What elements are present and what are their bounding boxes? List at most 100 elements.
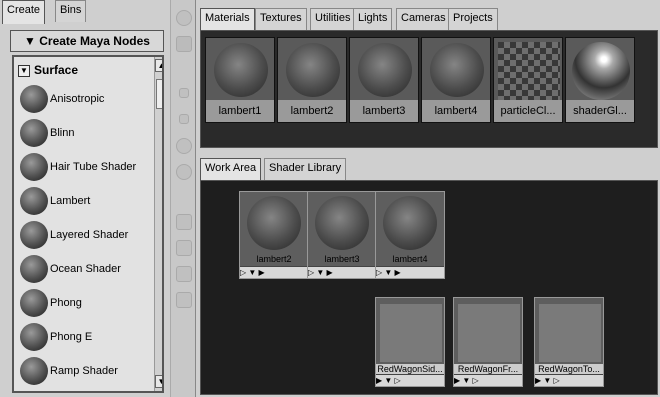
shader-sphere-icon <box>20 357 48 385</box>
tab-textures[interactable]: Textures <box>255 8 307 30</box>
node-label: lambert3 <box>324 254 360 264</box>
chrome-preview-icon <box>572 42 630 100</box>
sphere-tool-icon[interactable] <box>176 138 192 154</box>
sphere-preview-icon <box>430 43 484 97</box>
shader-node[interactable]: lambert4 ▷ ▼ ▶ <box>375 191 445 279</box>
shader-sphere-icon <box>20 255 48 283</box>
sphere-preview-icon <box>214 43 268 97</box>
node-label: Layered Shader <box>50 229 129 241</box>
scroll-up-icon[interactable]: ▲ <box>155 59 162 72</box>
shader-node[interactable]: lambert2 ▷ ▼ ▶ <box>239 191 309 279</box>
node-label: lambert2 <box>256 254 292 264</box>
tab-projects[interactable]: Projects <box>448 8 498 30</box>
shader-sphere-icon <box>20 119 48 147</box>
node-ports[interactable]: ▷ ▼ ▶ <box>308 266 376 278</box>
wagon-texture-icon <box>539 304 601 362</box>
node-ports[interactable]: ▶ ▼ ▷ <box>454 374 522 386</box>
material-label: particleCl... <box>494 100 562 122</box>
node-label: Ramp Shader <box>50 365 118 377</box>
texture-node[interactable]: RedWagonFr... ▶ ▼ ▷ <box>453 297 523 387</box>
node-item[interactable]: Phong <box>18 287 144 320</box>
shader-sphere-icon <box>20 221 48 249</box>
scroll-down-icon[interactable]: ▼ <box>155 375 162 388</box>
triangle-down-icon: ▼ <box>24 34 40 48</box>
small-square-icon[interactable] <box>179 114 189 124</box>
category-dropdown[interactable]: ▼ Surface <box>18 61 142 79</box>
create-maya-nodes-button[interactable]: ▼ Create Maya Nodes <box>10 30 164 52</box>
tab-lights[interactable]: Lights <box>353 8 393 30</box>
checker-preview-icon <box>498 42 560 100</box>
node-ports[interactable]: ▶ ▼ ▷ <box>535 374 603 386</box>
node-label: Anisotropic <box>50 93 105 105</box>
node-item[interactable]: Ramp Shader <box>18 355 144 388</box>
tab-shader-library[interactable]: Shader Library <box>264 158 347 180</box>
sphere-preview-icon <box>358 43 412 97</box>
node-item[interactable]: Hair Tube Shader <box>18 151 144 184</box>
texture-node[interactable]: RedWagonTo... ▶ ▼ ▷ <box>534 297 604 387</box>
shader-sphere-icon <box>20 153 48 181</box>
sphere-tool-icon[interactable] <box>176 164 192 180</box>
node-label: Ocean Shader <box>50 263 121 275</box>
material-swatch[interactable]: lambert4 <box>421 37 491 123</box>
work-area-canvas[interactable]: lambert2 ▷ ▼ ▶ lambert3 ▷ ▼ ▶ lambert4 ▷ ▼ ▶ R… <box>200 180 658 395</box>
node-label: lambert4 <box>392 254 428 264</box>
material-label: lambert4 <box>422 100 490 122</box>
node-label: Lambert <box>50 195 91 207</box>
grid-tool-icon[interactable] <box>176 36 192 52</box>
sort-az-icon[interactable] <box>176 214 192 230</box>
materials-area: lambert1 lambert2 lambert3 lambert4 particle… <box>200 30 658 148</box>
material-label: lambert1 <box>206 100 274 122</box>
material-swatch[interactable]: lambert3 <box>349 37 419 123</box>
tab-work-area[interactable]: Work Area <box>200 158 262 182</box>
scrollbar-thumb[interactable] <box>156 79 162 109</box>
material-swatch[interactable]: particleCl... <box>493 37 563 123</box>
shader-sphere-icon <box>20 85 48 113</box>
node-ports[interactable]: ▷ ▼ ▶ <box>240 266 308 278</box>
shader-sphere-icon <box>20 187 48 215</box>
sphere-preview-icon <box>315 196 369 250</box>
node-item[interactable]: Lambert <box>18 185 144 218</box>
material-swatch[interactable]: lambert1 <box>205 37 275 123</box>
node-label: Phong <box>50 297 82 309</box>
node-list: ▼ Surface Anisotropic Blinn Hair Tube Shade… <box>12 55 164 393</box>
material-swatch[interactable]: lambert2 <box>277 37 347 123</box>
wagon-texture-icon <box>458 304 520 362</box>
node-label: Blinn <box>50 127 75 139</box>
create-maya-nodes-label: Create Maya Nodes <box>39 34 150 48</box>
material-swatch[interactable]: shaderGl... <box>565 37 635 123</box>
sphere-preview-icon <box>383 196 437 250</box>
create-panel: Create Bins ▼ Create Maya Nodes ▼ Surface… <box>0 0 170 397</box>
tab-cameras[interactable]: Cameras <box>396 8 451 30</box>
sphere-preview-icon <box>286 43 340 97</box>
tab-bins[interactable]: Bins <box>55 0 87 22</box>
sort-reverse-icon[interactable] <box>176 292 192 308</box>
sort-type-icon[interactable] <box>176 240 192 256</box>
category-label: Surface <box>34 63 79 77</box>
node-item[interactable]: Ocean Shader <box>18 253 144 286</box>
material-label: lambert2 <box>278 100 346 122</box>
node-label: Phong E <box>50 331 93 343</box>
node-item[interactable]: Layered Shader <box>18 219 144 252</box>
tab-utilities[interactable]: Utilities <box>310 8 356 30</box>
node-ports[interactable]: ▶ ▼ ▷ <box>376 374 444 386</box>
sort-time-icon[interactable] <box>176 266 192 282</box>
node-ports[interactable]: ▷ ▼ ▶ <box>376 266 444 278</box>
tab-create[interactable]: Create <box>2 0 46 24</box>
sphere-tool-icon[interactable] <box>176 10 192 26</box>
top-tabs: Materials Textures Utilities Lights Cameras P… <box>200 8 660 32</box>
node-item[interactable]: Anisotropic <box>18 83 144 116</box>
wagon-texture-icon <box>380 304 442 362</box>
node-item[interactable]: Phong E <box>18 321 144 354</box>
material-label: shaderGl... <box>566 100 634 122</box>
shader-sphere-icon <box>20 323 48 351</box>
node-label: Hair Tube Shader <box>50 161 137 173</box>
dropdown-arrow-icon: ▼ <box>18 64 30 77</box>
small-square-icon[interactable] <box>179 88 189 98</box>
tab-materials[interactable]: Materials <box>200 8 255 32</box>
material-label: lambert3 <box>350 100 418 122</box>
sphere-preview-icon <box>247 196 301 250</box>
shader-node[interactable]: lambert3 ▷ ▼ ▶ <box>307 191 377 279</box>
texture-node[interactable]: RedWagonSid... ▶ ▼ ▷ <box>375 297 445 387</box>
node-list-scrollbar[interactable]: ▲ ▼ <box>154 57 162 391</box>
node-item[interactable]: Blinn <box>18 117 144 150</box>
